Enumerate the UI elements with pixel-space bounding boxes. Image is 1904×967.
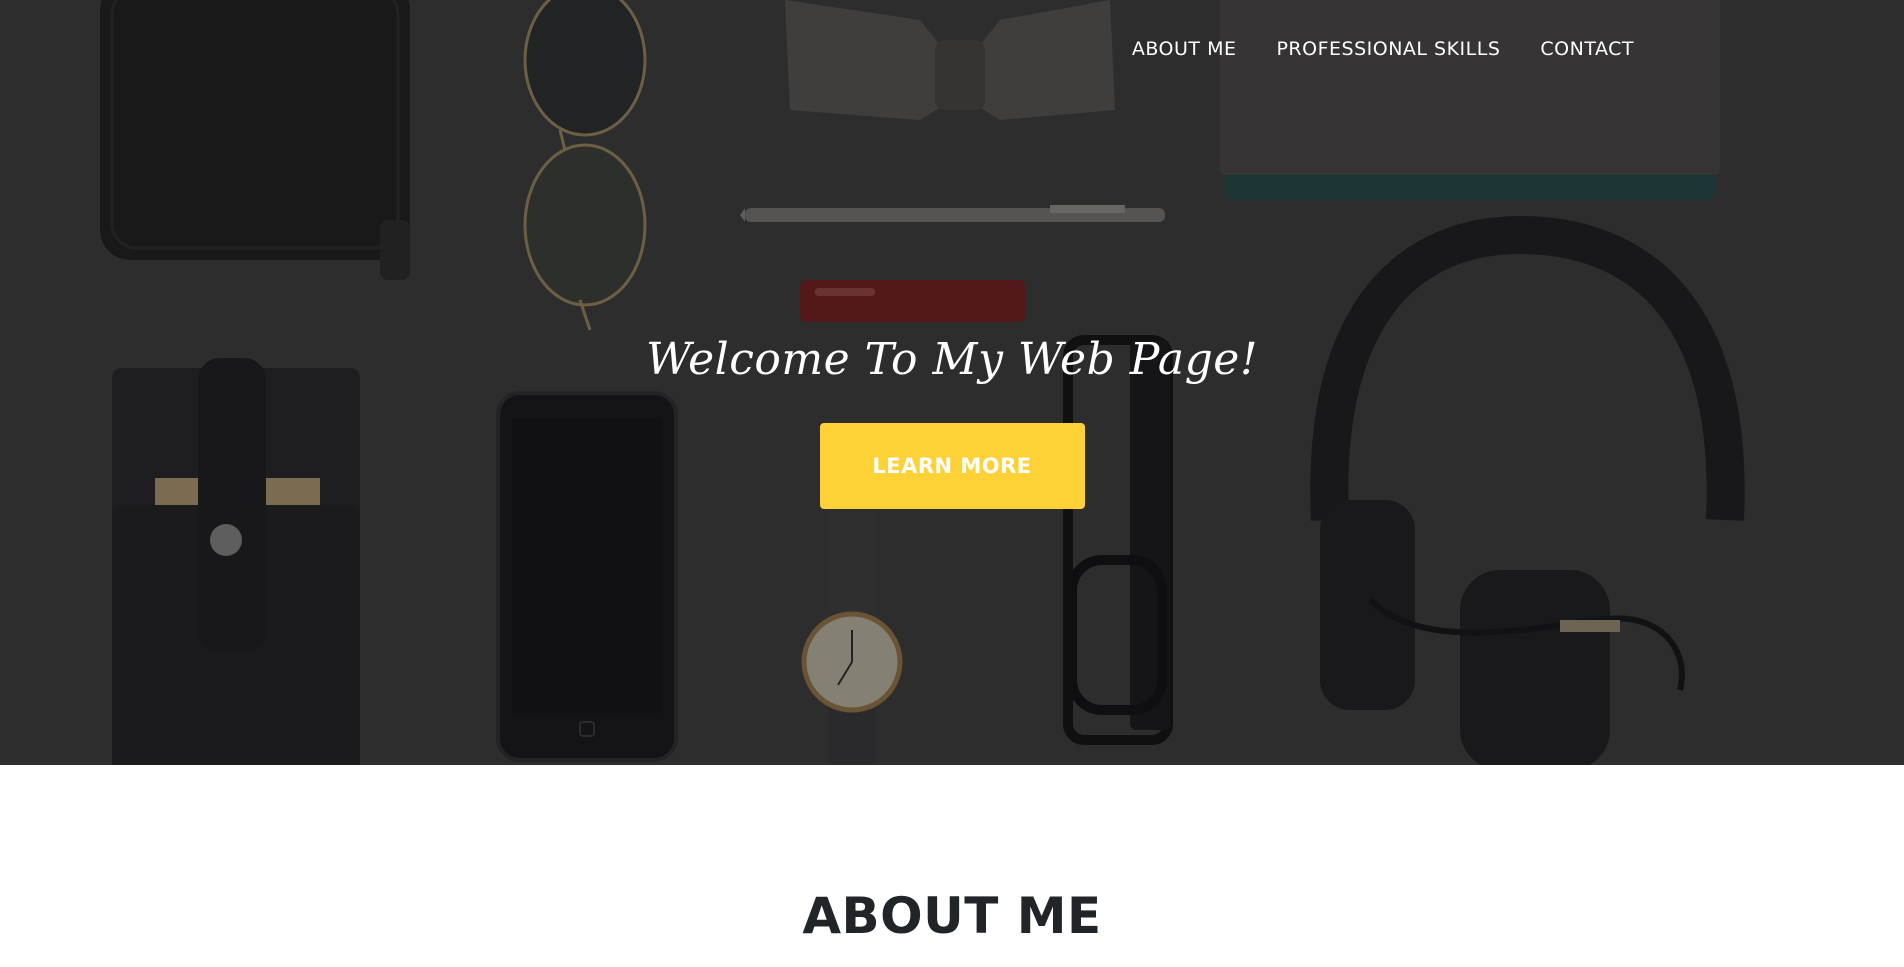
hero-title: Welcome To My Web Page! <box>645 334 1258 385</box>
page: ABOUT ME PROFESSIONAL SKILLS CONTACT Wel… <box>0 0 1904 967</box>
learn-more-button[interactable]: LEARN MORE <box>819 423 1085 509</box>
nav-link-professional-skills[interactable]: PROFESSIONAL SKILLS <box>1256 36 1520 62</box>
hero-content: Welcome To My Web Page! LEARN MORE <box>0 330 1904 509</box>
about-heading: ABOUT ME <box>802 887 1102 945</box>
main-nav: ABOUT ME PROFESSIONAL SKILLS CONTACT <box>1112 36 1654 62</box>
nav-link-about-me[interactable]: ABOUT ME <box>1112 36 1257 62</box>
hero-section: ABOUT ME PROFESSIONAL SKILLS CONTACT Wel… <box>0 0 1904 765</box>
nav-link-contact[interactable]: CONTACT <box>1520 36 1654 62</box>
